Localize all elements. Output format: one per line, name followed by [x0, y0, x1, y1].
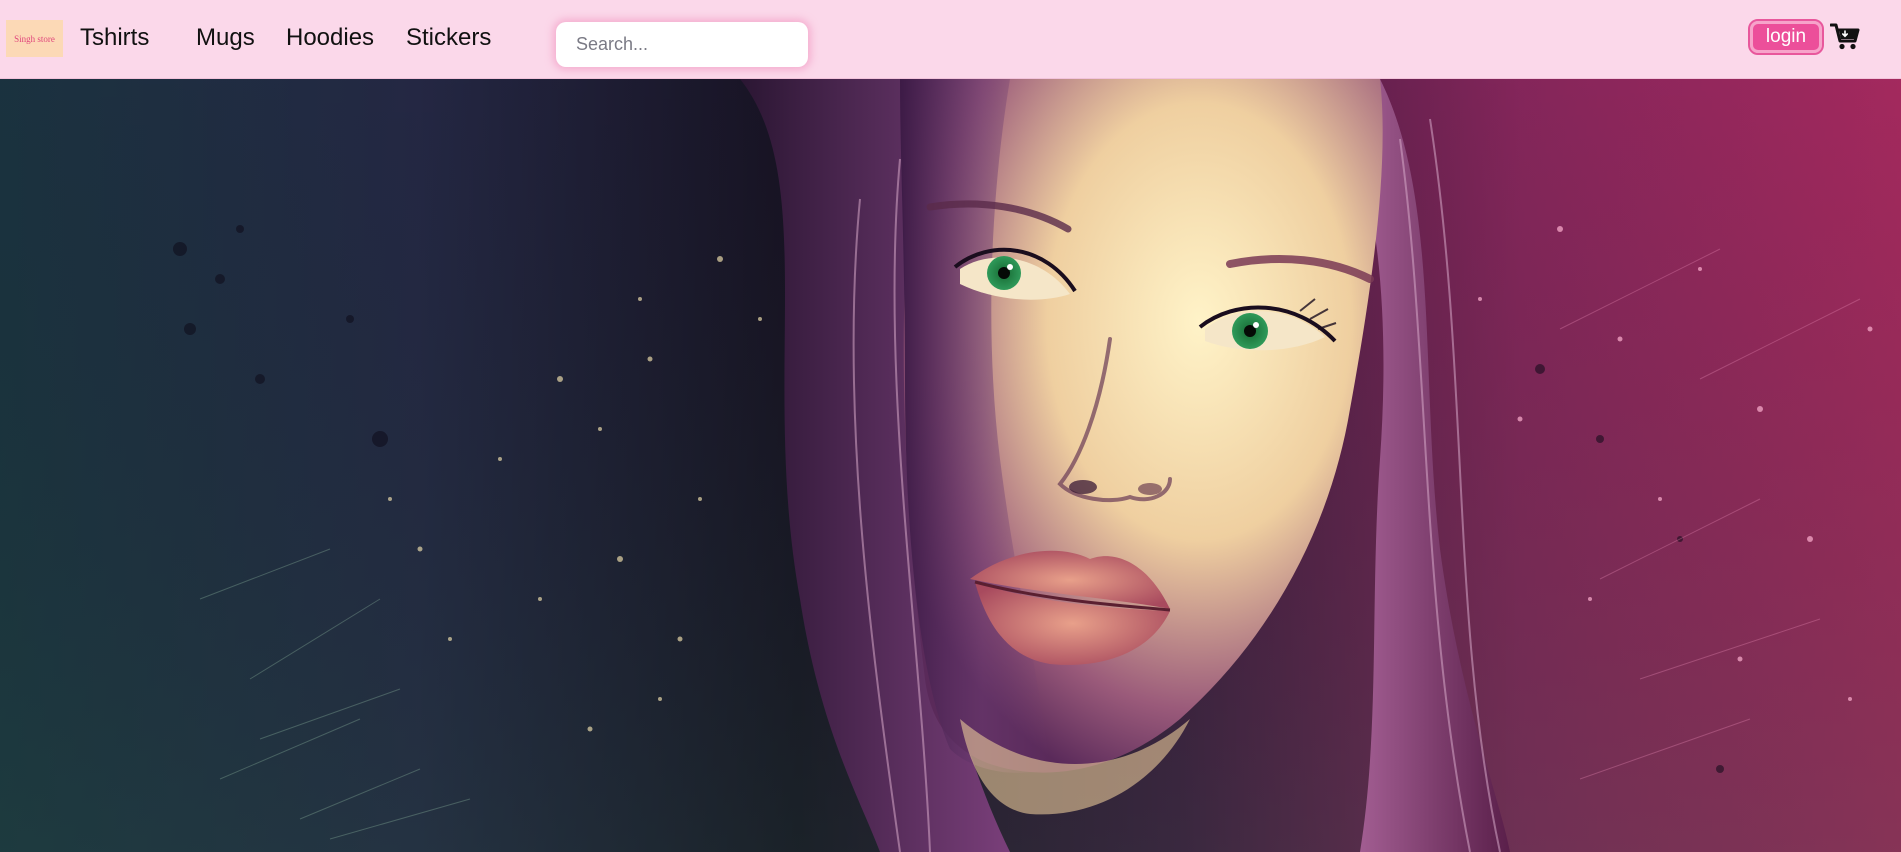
hero-portrait-image: [0, 79, 1901, 852]
login-button[interactable]: login: [1748, 19, 1824, 55]
cart-icon[interactable]: [1830, 22, 1860, 50]
top-navbar: Singh store Tshirts Mugs Hoodies Sticker…: [0, 0, 1901, 79]
nav-link-mugs[interactable]: Mugs: [196, 24, 255, 52]
search-input[interactable]: [556, 22, 808, 67]
search-box: [556, 22, 808, 67]
nav-link-stickers[interactable]: Stickers: [406, 24, 491, 52]
nav-link-tshirts[interactable]: Tshirts: [80, 24, 149, 52]
store-logo[interactable]: Singh store: [6, 20, 63, 57]
hero-banner: [0, 79, 1901, 852]
nav-link-hoodies[interactable]: Hoodies: [286, 24, 374, 52]
store-logo-text: Singh store: [14, 33, 55, 44]
login-button-label: login: [1765, 26, 1807, 47]
